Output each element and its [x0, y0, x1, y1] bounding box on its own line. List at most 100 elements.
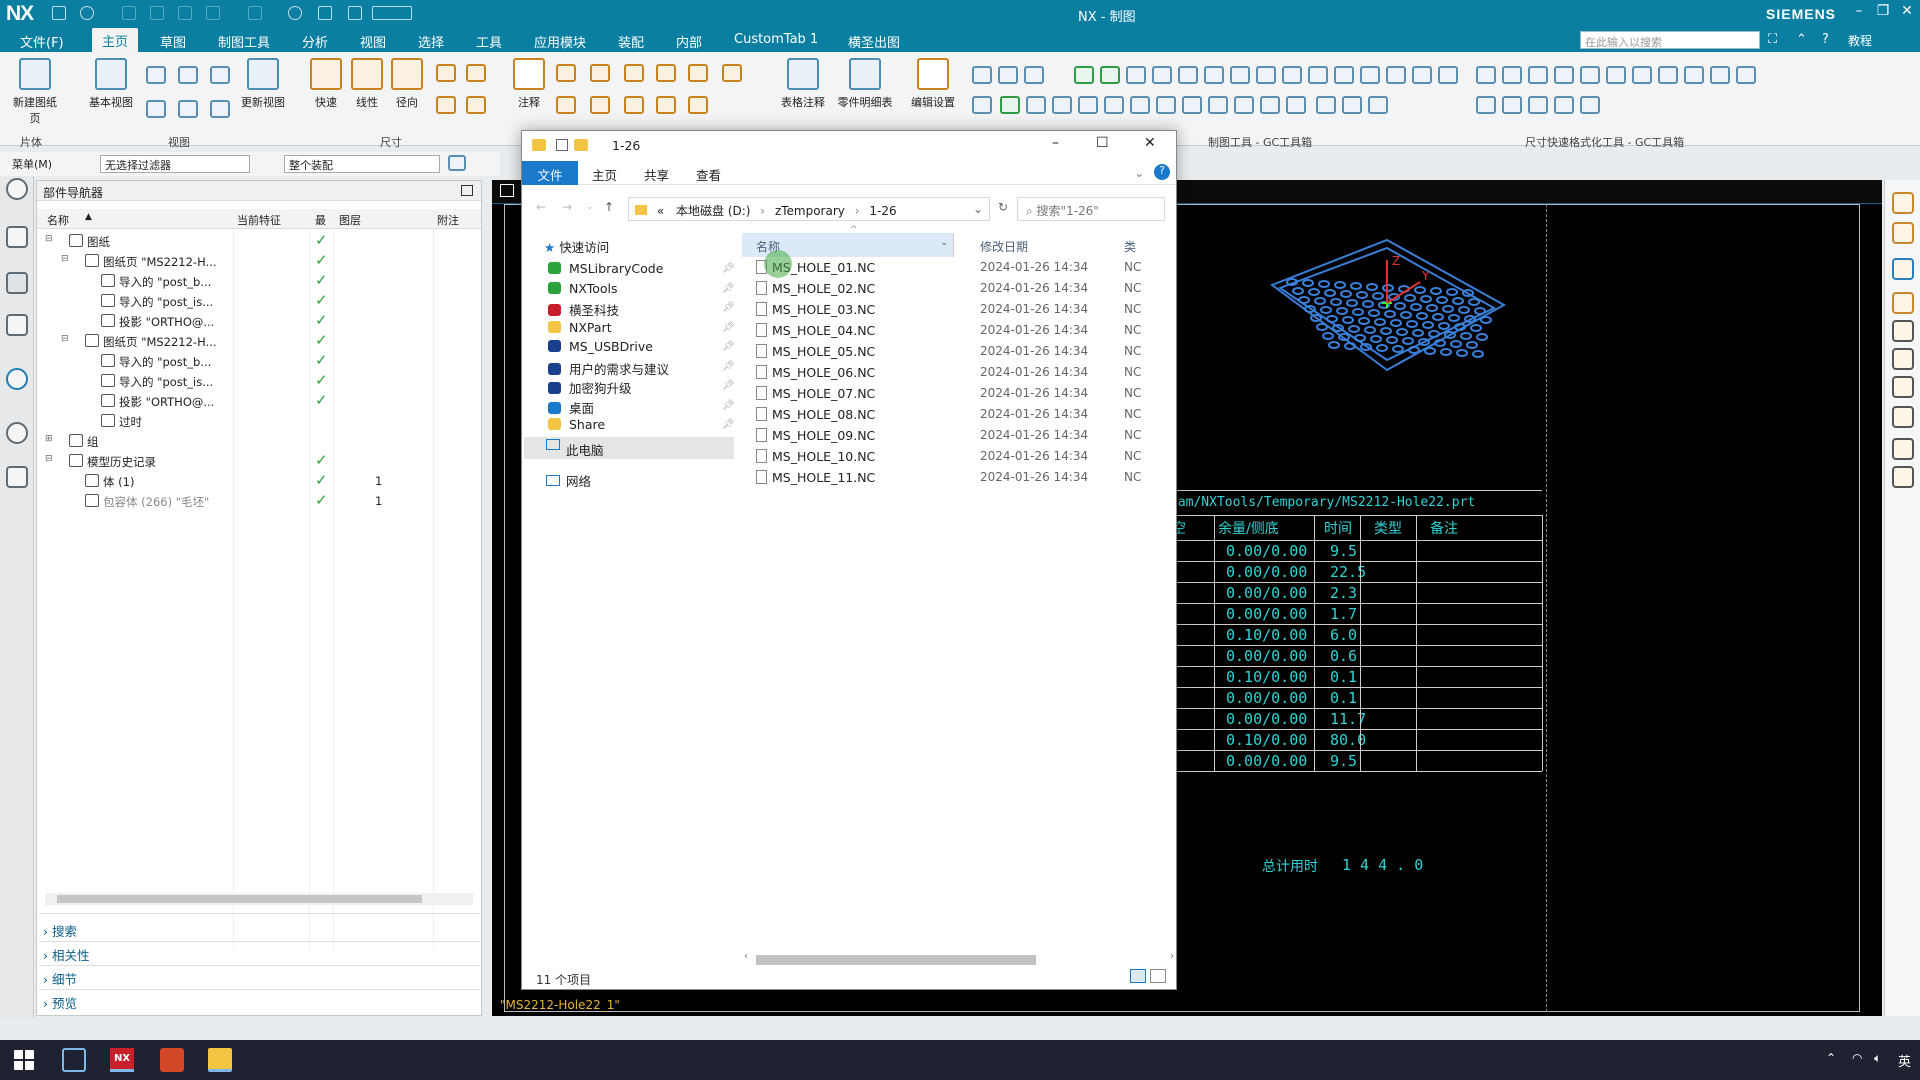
file-row[interactable]: MS_HOLE_11.NC 2024-01-26 14:34 NC — [742, 467, 1176, 488]
paste-icon[interactable] — [206, 6, 220, 20]
explorer-search-input[interactable]: ⌕ 搜索"1-26" — [1017, 197, 1165, 221]
tab-assembly[interactable]: 装配 — [618, 32, 644, 51]
tree-row[interactable]: 导入的 "post_is... ✓ — [37, 291, 481, 311]
help-icon[interactable]: ? — [1822, 32, 1829, 47]
base-view-button[interactable]: 基本视图 — [88, 52, 134, 110]
explorer-maximize-icon[interactable]: ☐ — [1096, 135, 1109, 151]
gc-tool-31-icon[interactable] — [1286, 96, 1306, 114]
large-icons-view-icon[interactable] — [1150, 969, 1166, 983]
network-tray-icon[interactable]: ◠ — [1852, 1051, 1862, 1065]
chamfer-dimension-icon[interactable] — [466, 64, 486, 82]
angular-dimension-icon[interactable] — [436, 64, 456, 82]
gc-tool-14-icon[interactable] — [1334, 66, 1354, 84]
datum-target-icon[interactable] — [624, 64, 644, 82]
dim-format-4-icon[interactable] — [1554, 66, 1574, 84]
tab-sketch[interactable]: 草图 — [160, 32, 186, 51]
detail-view-icon[interactable] — [210, 66, 230, 84]
tutorial-link[interactable]: 教程 — [1848, 32, 1872, 49]
nav-pinned-item[interactable]: NXPart 📌︎ — [548, 320, 735, 335]
dim-format-12-icon[interactable] — [1476, 96, 1496, 114]
this-pc[interactable]: 此电脑 — [524, 437, 734, 459]
window-menu-icon[interactable] — [372, 6, 412, 20]
gc-tool-27-icon[interactable] — [1182, 96, 1202, 114]
properties-icon[interactable] — [556, 139, 568, 151]
file-row[interactable]: MS_HOLE_04.NC 2024-01-26 14:34 NC — [742, 320, 1176, 341]
command-search-input[interactable]: 在此输入以搜索 — [1580, 31, 1760, 49]
dim-format-1-icon[interactable] — [1476, 66, 1496, 84]
tree-row[interactable]: 投影 "ORTHO@... ✓ — [37, 391, 481, 411]
restore-icon[interactable]: ❐ — [1872, 3, 1894, 19]
pin-icon[interactable]: 📌︎ — [722, 361, 735, 372]
gc-tool-1-icon[interactable] — [972, 66, 992, 84]
powerpoint-taskbar-icon[interactable] — [160, 1048, 184, 1072]
selection-settings-icon[interactable] — [448, 155, 466, 171]
volume-icon[interactable]: 🔈︎ — [1874, 1051, 1881, 1066]
dim-format-13-icon[interactable] — [1502, 96, 1522, 114]
cut-icon[interactable] — [150, 6, 164, 20]
gc-tool-10-icon[interactable] — [1230, 66, 1250, 84]
projected-view-icon[interactable] — [146, 66, 166, 84]
gc-tool-22-icon[interactable] — [1052, 96, 1072, 114]
tree-row[interactable]: ⊟ 图纸 ✓ — [37, 231, 481, 251]
refresh-icon[interactable]: ↻ — [998, 200, 1008, 214]
forward-icon[interactable]: → — [562, 200, 572, 214]
tab-view[interactable]: 视图 — [360, 32, 386, 51]
gc-tool-16-icon[interactable] — [1386, 66, 1406, 84]
tray-expand-icon[interactable]: ⌃ — [1826, 1051, 1836, 1065]
surface-finish-icon[interactable] — [656, 64, 676, 82]
web-browser-icon[interactable] — [6, 368, 28, 390]
pin-icon[interactable]: 📌︎ — [722, 400, 735, 411]
up-folder-icon[interactable]: ↑ — [604, 200, 614, 214]
file-row[interactable]: MS_HOLE_07.NC 2024-01-26 14:34 NC — [742, 383, 1176, 404]
pin-icon[interactable]: 📌︎ — [722, 322, 735, 333]
gc-tool-25-icon[interactable] — [1130, 96, 1150, 114]
dim-format-15-icon[interactable] — [1554, 96, 1574, 114]
datum-feature-icon[interactable] — [590, 64, 610, 82]
dim-format-16-icon[interactable] — [1580, 96, 1600, 114]
dim-format-5-icon[interactable] — [1580, 66, 1600, 84]
gc-tool-33-icon[interactable] — [1342, 96, 1362, 114]
gc-tool-21-icon[interactable] — [1026, 96, 1046, 114]
expand-toggle-icon[interactable]: ⊞ — [45, 434, 53, 444]
collapse-ribbon-icon[interactable]: ⌃ — [1796, 32, 1807, 47]
section-preview[interactable]: › 预览 — [43, 993, 77, 1012]
tab-file[interactable]: 文件 — [522, 161, 578, 185]
maximize-pane-icon[interactable] — [461, 185, 473, 196]
centermark-icon[interactable] — [722, 64, 742, 82]
recent-locations-icon[interactable]: ⌄ — [586, 202, 594, 212]
col-current-feature[interactable]: 当前特征 — [237, 212, 281, 228]
file-explorer-window[interactable]: 1-26 – ☐ ✕ 文件 主页 共享 查看 ⌄ ? ← → ⌄ ↑ « 本地磁… — [521, 130, 1177, 990]
details-view-icon[interactable] — [1130, 969, 1146, 983]
nav-pinned-item[interactable]: Share 📌︎ — [548, 417, 735, 432]
tree-row[interactable]: 投影 "ORTHO@... ✓ — [37, 311, 481, 331]
weld-symbol-icon[interactable] — [688, 64, 708, 82]
radial-dimension-button[interactable]: 径向 — [384, 52, 430, 110]
scroll-thumb[interactable] — [57, 895, 422, 903]
ime-indicator[interactable]: 英 — [1898, 1051, 1911, 1070]
image-icon[interactable] — [688, 96, 708, 114]
file-list-horizontal-scrollbar[interactable]: ‹ › — [744, 951, 1174, 967]
navigator-horizontal-scrollbar[interactable] — [45, 893, 473, 905]
close-icon[interactable]: ✕ — [1896, 3, 1918, 19]
nav-pinned-item[interactable]: MSLibraryCode 📌︎ — [548, 261, 735, 276]
assembly-navigator-icon[interactable] — [6, 226, 28, 248]
tree-row[interactable]: ⊟ 模型历史记录 ✓ — [37, 451, 481, 471]
dim-format-8-icon[interactable] — [1658, 66, 1678, 84]
new-folder-icon[interactable] — [574, 139, 588, 151]
address-dropdown-icon[interactable]: ⌄ — [973, 202, 983, 216]
pin-icon[interactable]: 📌︎ — [722, 302, 735, 313]
gc-toolbox-6-icon[interactable] — [1892, 348, 1914, 370]
tree-row[interactable]: 包容体 (266) "毛坯" ✓ 1 — [37, 491, 481, 511]
new-sheet-button[interactable]: 新建图纸页 — [12, 52, 58, 126]
network[interactable]: 网络 — [546, 471, 591, 490]
fullscreen-icon[interactable]: ⛶ — [1768, 32, 1777, 47]
gc-tool-26-icon[interactable] — [1156, 96, 1176, 114]
expand-toggle-icon[interactable]: ⊟ — [45, 454, 53, 464]
break-view-icon[interactable] — [146, 100, 166, 118]
gc-tool-5-icon[interactable] — [1100, 66, 1120, 84]
dim-format-9-icon[interactable] — [1684, 66, 1704, 84]
tree-row[interactable]: ⊞ 组 — [37, 431, 481, 451]
part-model-view[interactable]: Z Y — [1262, 230, 1512, 380]
tabular-note-button[interactable]: 表格注释 — [780, 52, 826, 110]
gc-tool-9-icon[interactable] — [1204, 66, 1224, 84]
